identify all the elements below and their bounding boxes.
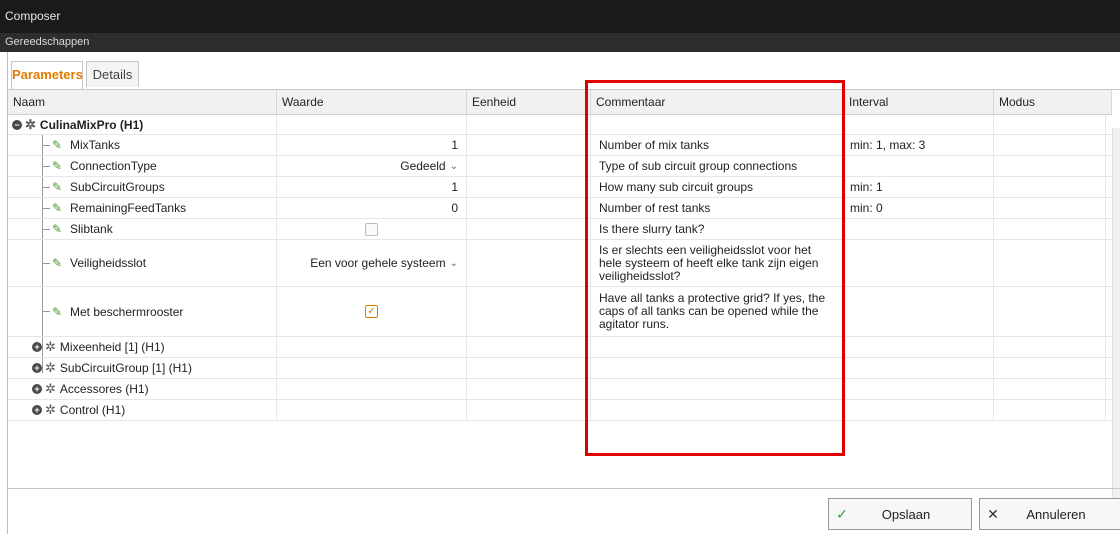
tree-row-child[interactable]: + ✲ Accessores (H1) [8,379,1120,400]
column-header-modus[interactable]: Modus [994,90,1112,115]
interval-cell [844,156,994,176]
pencil-icon: ✎ [52,159,63,173]
node-label: Mixeenheid [1] (H1) [59,340,165,354]
value-field[interactable]: 1 [277,177,467,197]
comment-cell: Is er slechts een veiligheidsslot voor h… [591,240,844,286]
tree-row-child[interactable]: + ✲ Control (H1) [8,400,1120,421]
param-name: RemainingFeedTanks [70,201,187,215]
comment-cell: Is there slurry tank? [591,219,844,239]
tab-parameters[interactable]: Parameters [11,61,83,90]
pencil-icon: ✎ [52,304,63,319]
interval-cell: min: 1, max: 3 [844,135,994,155]
tree-row-child[interactable]: + ✲ Mixeenheid [1] (H1) [8,337,1120,358]
pencil-icon: ✎ [52,138,63,152]
unit-cell [467,135,591,155]
comment-cell: Have all tanks a protective grid? If yes… [591,287,844,336]
save-label: Opslaan [881,506,931,522]
param-name: ConnectionType [70,159,157,173]
unit-cell [467,287,591,336]
chevron-down-icon: ⌄ [449,257,458,269]
comment-cell: Number of rest tanks [591,198,844,218]
node-label: SubCircuitGroup [1] (H1) [59,361,192,375]
gear-icon: ✲ [45,339,56,354]
select-value: Gedeeld [400,159,446,173]
beschermrooster-checkbox[interactable]: ✓ [365,305,378,318]
pencil-icon: ✎ [52,201,63,215]
chevron-down-icon: ⌄ [449,160,458,172]
pencil-icon: ✎ [52,222,63,236]
unit-cell [467,198,591,218]
column-header-interval[interactable]: Interval [844,90,994,115]
param-name: Met beschermrooster [70,304,184,319]
table-row[interactable]: ✎ MixTanks 1 Number of mix tanks min: 1,… [8,135,1120,156]
cancel-label: Annuleren [1026,506,1086,522]
param-name: MixTanks [70,138,121,152]
value-field[interactable]: 1 [277,135,467,155]
comment-cell: Type of sub circuit group connections [591,156,844,176]
tab-strip: Parameters Details [8,52,1120,90]
param-name: Veiligheidsslot [70,256,147,270]
table-row[interactable]: ✎ SubCircuitGroups 1 How many sub circui… [8,177,1120,198]
comment-cell: How many sub circuit groups [591,177,844,197]
node-label: Accessores (H1) [59,382,149,396]
check-icon: ✓ [836,505,848,522]
cancel-button[interactable]: ✕ Annuleren [979,498,1120,530]
vertical-scrollbar[interactable] [1112,128,1120,528]
param-name: Slibtank [70,222,113,236]
tools-label[interactable]: Gereedschappen [5,36,89,48]
column-header-naam[interactable]: Naam [8,90,277,115]
select-value: Een voor gehele systeem [310,256,446,270]
root-label: CulinaMixPro (H1) [39,117,144,132]
expand-icon[interactable]: + [32,384,42,394]
parameter-grid: Naam Waarde Eenheid Commentaar Interval … [8,90,1120,528]
node-label: Control (H1) [59,403,126,417]
unit-cell [467,156,591,176]
interval-cell: min: 1 [844,177,994,197]
gear-icon: ✲ [45,402,56,417]
table-row[interactable]: ✎ Met beschermrooster ✓ Have all tanks a… [8,287,1120,337]
pencil-icon: ✎ [52,256,63,270]
value-field[interactable]: 0 [277,198,467,218]
gear-icon: ✲ [45,360,56,375]
column-header-commentaar[interactable]: Commentaar [591,90,844,115]
table-row[interactable]: ✎ Slibtank Is there slurry tank? [8,219,1120,240]
expand-icon[interactable]: + [32,405,42,415]
comment-cell: Number of mix tanks [591,135,844,155]
interval-cell [844,219,994,239]
slibtank-checkbox[interactable] [365,222,378,236]
footer-divider [7,488,1120,489]
table-row[interactable]: ✎ ConnectionType Gedeeld ⌄ Type of sub c… [8,156,1120,177]
tools-bar: Gereedschappen [0,33,1120,52]
connection-type-select[interactable]: Gedeeld ⌄ [277,156,467,176]
gear-icon: ✲ [25,116,36,132]
table-row[interactable]: ✎ RemainingFeedTanks 0 Number of rest ta… [8,198,1120,219]
tab-details[interactable]: Details [86,61,139,87]
title-bar: Composer [0,0,1120,33]
close-icon: ✕ [987,505,999,522]
expand-icon[interactable]: + [32,363,42,373]
unit-cell [467,177,591,197]
column-header-eenheid[interactable]: Eenheid [467,90,591,115]
interval-cell [844,287,994,336]
param-name: SubCircuitGroups [70,180,165,194]
expand-icon[interactable]: + [32,342,42,352]
content-panel: Parameters Details Naam Waarde Eenheid C… [7,52,1120,534]
unit-cell [467,240,591,286]
veiligheidsslot-select[interactable]: Een voor gehele systeem ⌄ [277,240,467,286]
column-header-waarde[interactable]: Waarde [277,90,467,115]
table-row[interactable]: ✎ Veiligheidsslot Een voor gehele systee… [8,240,1120,287]
collapse-icon[interactable]: − [12,119,22,130]
interval-cell: min: 0 [844,198,994,218]
interval-cell [844,240,994,286]
pencil-icon: ✎ [52,180,63,194]
gear-icon: ✲ [45,381,56,396]
save-button[interactable]: ✓ Opslaan [828,498,972,530]
root-name-cell: − ✲ CulinaMixPro (H1) [8,115,277,134]
tree-row-child[interactable]: + ✲ SubCircuitGroup [1] (H1) [8,358,1120,379]
unit-cell [467,219,591,239]
tree-row-root[interactable]: − ✲ CulinaMixPro (H1) [8,115,1120,135]
window-title: Composer [5,9,61,23]
